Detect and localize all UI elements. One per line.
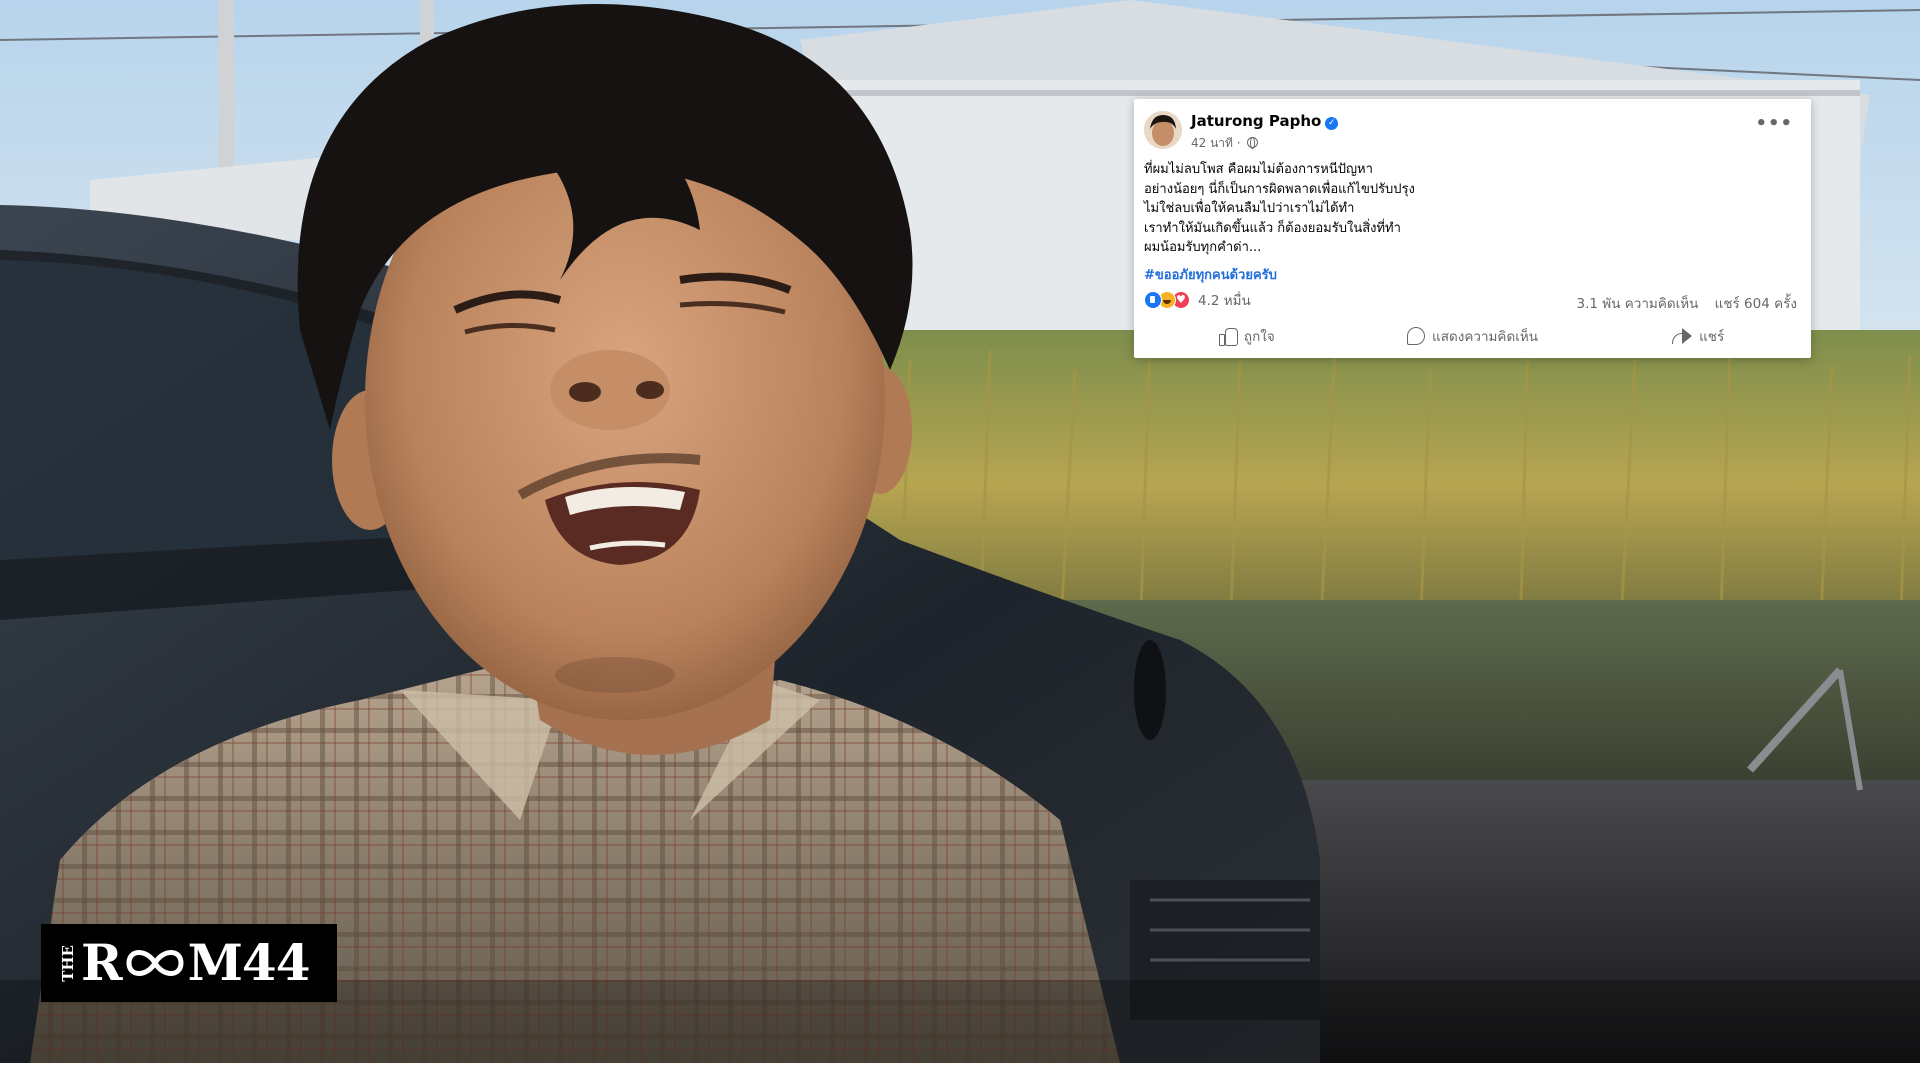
facebook-post-card: Jaturong Papho ✓ 42 นาที · ••• ที่ผมไม่ลบ… <box>1134 99 1811 358</box>
logo-right-text: M44 <box>187 933 311 992</box>
post-meta: 42 นาที · <box>1191 134 1259 153</box>
comment-bubble-icon <box>1407 327 1426 345</box>
post-body-line: อย่างน้อยๆ นี่ก็เป็นการผิดพลาดเพื่อแก้ไข… <box>1144 181 1415 197</box>
more-options-icon[interactable]: ••• <box>1755 113 1793 134</box>
logo-wordmark: R M44 <box>81 938 310 988</box>
logo-the-text: THE <box>59 944 77 982</box>
post-time[interactable]: 42 นาที · <box>1191 136 1241 150</box>
thumb-up-icon <box>1218 328 1238 346</box>
reaction-count: 4.2 หมื่น <box>1198 293 1251 309</box>
share-count[interactable]: แชร์ 604 ครั้ง <box>1715 296 1797 312</box>
post-body-line: เราทำให้มันเกิดขึ้นแล้ว ก็ต้องยอมรับในสิ… <box>1144 220 1401 236</box>
post-body-line: ที่ผมไม่ลบโพส คือผมไม่ต้องการหนีปัญหา <box>1144 162 1373 177</box>
share-arrow-icon <box>1672 328 1693 344</box>
like-button[interactable]: ถูกใจ <box>1134 321 1360 351</box>
infinity-icon <box>126 950 184 976</box>
post-hashtag[interactable]: #ขออภัยทุกคนด้วยครับ <box>1144 264 1277 285</box>
like-reaction-icon <box>1144 291 1162 309</box>
globe-icon <box>1247 137 1259 149</box>
reaction-summary[interactable]: 4.2 หมื่น <box>1144 290 1251 310</box>
share-button-label: แชร์ <box>1699 329 1725 345</box>
post-action-bar: ถูกใจ แสดงความคิดเห็น แชร์ <box>1134 321 1811 351</box>
comment-count[interactable]: 3.1 พัน ความคิดเห็น <box>1577 296 1699 312</box>
verified-badge-icon: ✓ <box>1325 117 1339 130</box>
author-name[interactable]: Jaturong Papho ✓ <box>1191 112 1339 130</box>
author-avatar[interactable] <box>1144 111 1182 149</box>
share-button[interactable]: แชร์ <box>1585 321 1811 351</box>
like-button-label: ถูกใจ <box>1243 329 1275 345</box>
post-body: ที่ผมไม่ลบโพส คือผมไม่ต้องการหนีปัญหา อย… <box>1144 160 1794 258</box>
post-body-line: ไม่ใช่ลบเพื่อให้คนลืมไปว่าเราไม่ได้ทำ <box>1144 201 1355 216</box>
post-body-line: ผมน้อมรับทุกคำด่า... <box>1144 240 1262 255</box>
author-name-text[interactable]: Jaturong Papho <box>1191 112 1321 130</box>
the-room44-logo: THE R M44 <box>41 924 337 1002</box>
engagement-stats: 3.1 พัน ความคิดเห็น แชร์ 604 ครั้ง <box>1577 292 1797 314</box>
comment-button[interactable]: แสดงความคิดเห็น <box>1360 321 1586 351</box>
logo-left-text: R <box>81 933 123 992</box>
comment-button-label: แสดงความคิดเห็น <box>1432 329 1538 345</box>
